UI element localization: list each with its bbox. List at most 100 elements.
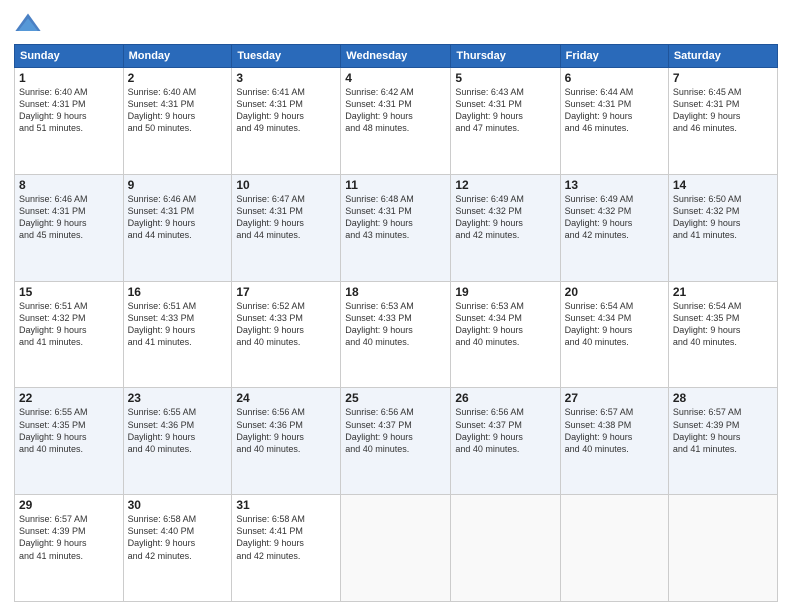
day-info: Sunrise: 6:53 AM Sunset: 4:34 PM Dayligh… — [455, 300, 555, 349]
day-info: Sunrise: 6:40 AM Sunset: 4:31 PM Dayligh… — [128, 86, 228, 135]
weekday-sunday: Sunday — [15, 45, 124, 68]
day-info: Sunrise: 6:56 AM Sunset: 4:37 PM Dayligh… — [345, 406, 446, 455]
header — [14, 10, 778, 38]
day-info: Sunrise: 6:46 AM Sunset: 4:31 PM Dayligh… — [128, 193, 228, 242]
day-number: 11 — [345, 178, 446, 192]
day-number: 25 — [345, 391, 446, 405]
day-cell: 28Sunrise: 6:57 AM Sunset: 4:39 PM Dayli… — [668, 388, 777, 495]
day-cell: 14Sunrise: 6:50 AM Sunset: 4:32 PM Dayli… — [668, 174, 777, 281]
day-cell: 22Sunrise: 6:55 AM Sunset: 4:35 PM Dayli… — [15, 388, 124, 495]
day-number: 22 — [19, 391, 119, 405]
day-info: Sunrise: 6:48 AM Sunset: 4:31 PM Dayligh… — [345, 193, 446, 242]
day-info: Sunrise: 6:50 AM Sunset: 4:32 PM Dayligh… — [673, 193, 773, 242]
day-info: Sunrise: 6:43 AM Sunset: 4:31 PM Dayligh… — [455, 86, 555, 135]
day-number: 1 — [19, 71, 119, 85]
day-number: 27 — [565, 391, 664, 405]
day-number: 6 — [565, 71, 664, 85]
day-cell: 16Sunrise: 6:51 AM Sunset: 4:33 PM Dayli… — [123, 281, 232, 388]
day-number: 12 — [455, 178, 555, 192]
day-number: 10 — [236, 178, 336, 192]
page-container: SundayMondayTuesdayWednesdayThursdayFrid… — [0, 0, 792, 612]
week-row-5: 29Sunrise: 6:57 AM Sunset: 4:39 PM Dayli… — [15, 495, 778, 602]
day-info: Sunrise: 6:49 AM Sunset: 4:32 PM Dayligh… — [455, 193, 555, 242]
day-cell — [560, 495, 668, 602]
day-number: 26 — [455, 391, 555, 405]
weekday-header-row: SundayMondayTuesdayWednesdayThursdayFrid… — [15, 45, 778, 68]
weekday-tuesday: Tuesday — [232, 45, 341, 68]
weekday-saturday: Saturday — [668, 45, 777, 68]
day-cell: 24Sunrise: 6:56 AM Sunset: 4:36 PM Dayli… — [232, 388, 341, 495]
day-info: Sunrise: 6:54 AM Sunset: 4:34 PM Dayligh… — [565, 300, 664, 349]
day-cell — [668, 495, 777, 602]
day-number: 30 — [128, 498, 228, 512]
day-number: 7 — [673, 71, 773, 85]
day-cell: 27Sunrise: 6:57 AM Sunset: 4:38 PM Dayli… — [560, 388, 668, 495]
day-cell: 21Sunrise: 6:54 AM Sunset: 4:35 PM Dayli… — [668, 281, 777, 388]
day-number: 19 — [455, 285, 555, 299]
week-row-3: 15Sunrise: 6:51 AM Sunset: 4:32 PM Dayli… — [15, 281, 778, 388]
day-cell: 11Sunrise: 6:48 AM Sunset: 4:31 PM Dayli… — [341, 174, 451, 281]
day-info: Sunrise: 6:51 AM Sunset: 4:32 PM Dayligh… — [19, 300, 119, 349]
day-info: Sunrise: 6:42 AM Sunset: 4:31 PM Dayligh… — [345, 86, 446, 135]
day-info: Sunrise: 6:49 AM Sunset: 4:32 PM Dayligh… — [565, 193, 664, 242]
day-cell: 6Sunrise: 6:44 AM Sunset: 4:31 PM Daylig… — [560, 68, 668, 175]
day-number: 28 — [673, 391, 773, 405]
day-cell: 12Sunrise: 6:49 AM Sunset: 4:32 PM Dayli… — [451, 174, 560, 281]
day-info: Sunrise: 6:55 AM Sunset: 4:35 PM Dayligh… — [19, 406, 119, 455]
day-info: Sunrise: 6:54 AM Sunset: 4:35 PM Dayligh… — [673, 300, 773, 349]
day-number: 5 — [455, 71, 555, 85]
day-number: 16 — [128, 285, 228, 299]
week-row-4: 22Sunrise: 6:55 AM Sunset: 4:35 PM Dayli… — [15, 388, 778, 495]
day-number: 23 — [128, 391, 228, 405]
day-cell: 3Sunrise: 6:41 AM Sunset: 4:31 PM Daylig… — [232, 68, 341, 175]
week-row-2: 8Sunrise: 6:46 AM Sunset: 4:31 PM Daylig… — [15, 174, 778, 281]
day-info: Sunrise: 6:58 AM Sunset: 4:40 PM Dayligh… — [128, 513, 228, 562]
day-info: Sunrise: 6:41 AM Sunset: 4:31 PM Dayligh… — [236, 86, 336, 135]
day-cell: 2Sunrise: 6:40 AM Sunset: 4:31 PM Daylig… — [123, 68, 232, 175]
day-number: 15 — [19, 285, 119, 299]
day-info: Sunrise: 6:57 AM Sunset: 4:38 PM Dayligh… — [565, 406, 664, 455]
day-cell: 1Sunrise: 6:40 AM Sunset: 4:31 PM Daylig… — [15, 68, 124, 175]
day-info: Sunrise: 6:51 AM Sunset: 4:33 PM Dayligh… — [128, 300, 228, 349]
day-number: 31 — [236, 498, 336, 512]
day-cell: 5Sunrise: 6:43 AM Sunset: 4:31 PM Daylig… — [451, 68, 560, 175]
day-number: 3 — [236, 71, 336, 85]
day-number: 29 — [19, 498, 119, 512]
day-info: Sunrise: 6:57 AM Sunset: 4:39 PM Dayligh… — [19, 513, 119, 562]
day-info: Sunrise: 6:56 AM Sunset: 4:37 PM Dayligh… — [455, 406, 555, 455]
day-cell: 8Sunrise: 6:46 AM Sunset: 4:31 PM Daylig… — [15, 174, 124, 281]
day-cell: 19Sunrise: 6:53 AM Sunset: 4:34 PM Dayli… — [451, 281, 560, 388]
weekday-thursday: Thursday — [451, 45, 560, 68]
day-number: 9 — [128, 178, 228, 192]
day-info: Sunrise: 6:56 AM Sunset: 4:36 PM Dayligh… — [236, 406, 336, 455]
day-info: Sunrise: 6:52 AM Sunset: 4:33 PM Dayligh… — [236, 300, 336, 349]
day-cell: 15Sunrise: 6:51 AM Sunset: 4:32 PM Dayli… — [15, 281, 124, 388]
day-number: 24 — [236, 391, 336, 405]
week-row-1: 1Sunrise: 6:40 AM Sunset: 4:31 PM Daylig… — [15, 68, 778, 175]
day-number: 18 — [345, 285, 446, 299]
day-info: Sunrise: 6:40 AM Sunset: 4:31 PM Dayligh… — [19, 86, 119, 135]
day-cell: 31Sunrise: 6:58 AM Sunset: 4:41 PM Dayli… — [232, 495, 341, 602]
day-number: 13 — [565, 178, 664, 192]
day-cell: 26Sunrise: 6:56 AM Sunset: 4:37 PM Dayli… — [451, 388, 560, 495]
weekday-monday: Monday — [123, 45, 232, 68]
day-cell: 10Sunrise: 6:47 AM Sunset: 4:31 PM Dayli… — [232, 174, 341, 281]
day-cell: 25Sunrise: 6:56 AM Sunset: 4:37 PM Dayli… — [341, 388, 451, 495]
day-cell: 17Sunrise: 6:52 AM Sunset: 4:33 PM Dayli… — [232, 281, 341, 388]
day-info: Sunrise: 6:53 AM Sunset: 4:33 PM Dayligh… — [345, 300, 446, 349]
logo-icon — [14, 10, 42, 38]
day-info: Sunrise: 6:57 AM Sunset: 4:39 PM Dayligh… — [673, 406, 773, 455]
day-number: 21 — [673, 285, 773, 299]
day-number: 8 — [19, 178, 119, 192]
weekday-friday: Friday — [560, 45, 668, 68]
day-cell: 20Sunrise: 6:54 AM Sunset: 4:34 PM Dayli… — [560, 281, 668, 388]
day-cell: 13Sunrise: 6:49 AM Sunset: 4:32 PM Dayli… — [560, 174, 668, 281]
day-info: Sunrise: 6:45 AM Sunset: 4:31 PM Dayligh… — [673, 86, 773, 135]
day-cell: 4Sunrise: 6:42 AM Sunset: 4:31 PM Daylig… — [341, 68, 451, 175]
day-cell — [451, 495, 560, 602]
day-info: Sunrise: 6:46 AM Sunset: 4:31 PM Dayligh… — [19, 193, 119, 242]
day-cell — [341, 495, 451, 602]
day-cell: 7Sunrise: 6:45 AM Sunset: 4:31 PM Daylig… — [668, 68, 777, 175]
calendar-table: SundayMondayTuesdayWednesdayThursdayFrid… — [14, 44, 778, 602]
day-cell: 18Sunrise: 6:53 AM Sunset: 4:33 PM Dayli… — [341, 281, 451, 388]
